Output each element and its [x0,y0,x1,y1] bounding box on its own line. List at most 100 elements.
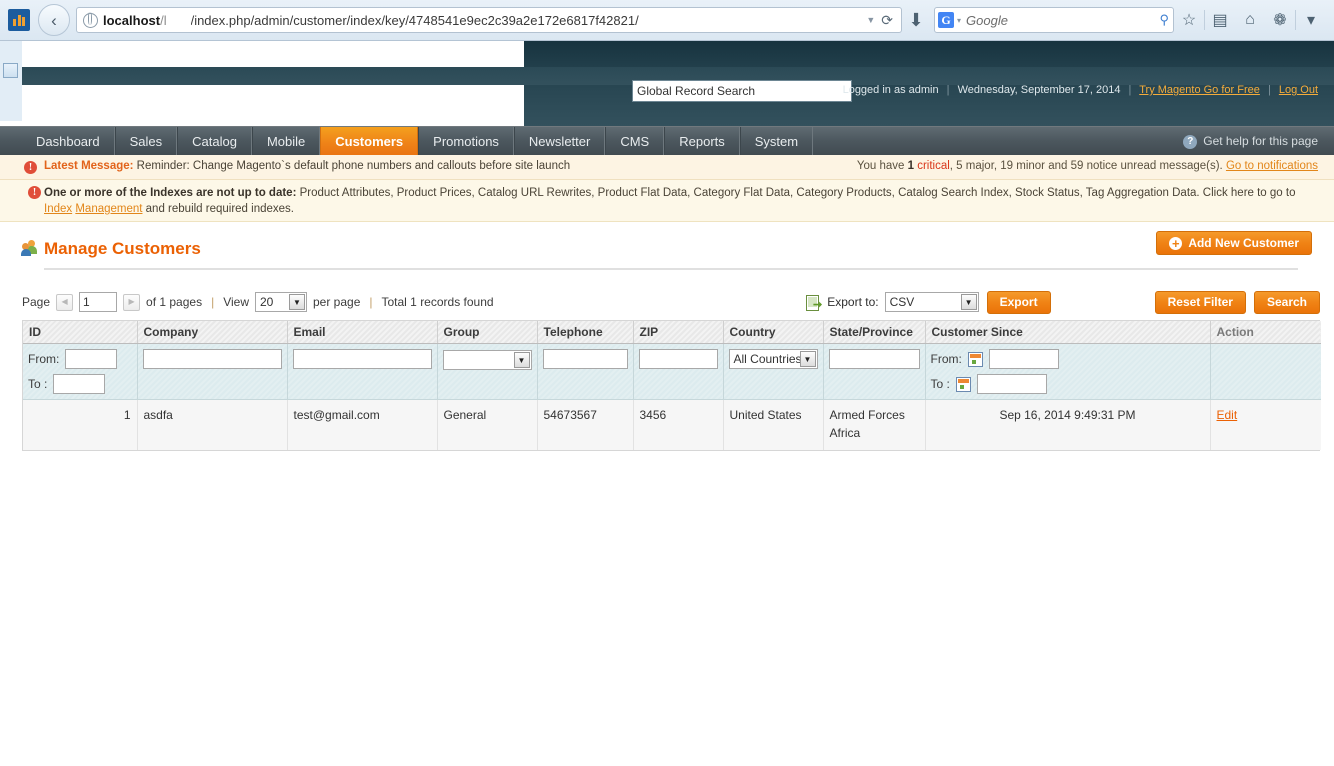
address-bar[interactable]: localhost/l /index.php/admin/customer/in… [76,7,902,33]
addon-icon[interactable]: ❁ [1265,10,1295,30]
column-header-telephone[interactable]: Telephone [537,321,634,344]
customers-table: ID Company Email Group Telephone ZIP Cou… [23,321,1321,450]
column-header-country[interactable]: Country [723,321,824,344]
nav-item-promotions[interactable]: Promotions [418,127,514,156]
globe-icon [83,12,98,28]
company-filter-input[interactable] [142,349,282,369]
state-filter-input[interactable] [828,349,920,369]
column-header-email[interactable]: Email [287,321,438,344]
page-number-input[interactable]: 1 [79,292,118,312]
column-header-customer-since[interactable]: Customer Since [925,321,1211,344]
nav-item-dashboard[interactable]: Dashboard [22,127,115,156]
group-filter-select[interactable]: ▼ [442,350,532,370]
overflow-menu-icon[interactable]: ▾ [1296,10,1326,30]
export-and-actions: ➞ Export to: CSV ▼ Export Reset Filter S… [806,288,1320,316]
reload-icon[interactable]: ⟳ [881,12,899,29]
previous-page-button[interactable]: ◀ [56,293,74,311]
telephone-filter-input[interactable] [542,349,628,369]
filter-cell-telephone [537,343,634,400]
chevron-down-icon[interactable]: ▾ [957,16,961,25]
go-to-notifications-link[interactable]: Go to notifications [1226,160,1318,172]
per-page-select[interactable]: 20 ▼ [255,292,307,312]
url-path: /index.php/admin/customer/index/key/4748… [190,12,639,28]
downloads-icon[interactable]: ⬇ [902,11,930,29]
edit-link[interactable]: Edit [1217,408,1238,422]
export-format-select[interactable]: CSV ▼ [884,292,979,312]
table-row[interactable]: 1 asdfa test@gmail.com General 54673567 … [23,399,1321,450]
index-warning-text: One or more of the Indexes are not up to… [44,185,1314,217]
search-button[interactable]: Search [1253,290,1320,314]
help-question-icon: ? [1183,134,1198,149]
reset-filter-button[interactable]: Reset Filter [1154,290,1246,314]
since-from-input[interactable] [988,349,1059,369]
latest-message-label: Latest Message: [44,160,134,172]
cell-group: General [437,399,538,450]
nav-item-catalog[interactable]: Catalog [177,127,252,156]
nav-item-mobile[interactable]: Mobile [251,127,321,156]
id-from-input[interactable] [65,349,118,369]
column-header-id[interactable]: ID [23,321,138,344]
next-page-button[interactable]: ▶ [123,293,141,311]
browser-search-box[interactable]: G ▾ Google ⚲ [934,7,1174,33]
url-host: localhost/l [103,12,167,28]
try-magento-go-link[interactable]: Try Magento Go for Free [1139,84,1260,96]
content-area: Manage Customers + Add New Customer Page… [0,222,1334,451]
index-link-part1[interactable]: Index [44,203,72,215]
since-from-label: From: [930,352,962,366]
filter-cell-company [137,343,288,400]
cell-id: 1 [23,399,138,450]
customers-grid: ID Company Email Group Telephone ZIP Cou… [22,320,1321,451]
header-separator: | [1128,84,1132,96]
zip-filter-input[interactable] [638,349,718,369]
get-help-link[interactable]: ? Get help for this page [1183,127,1318,156]
filter-row: From: To : ▼ All Countries ▼ From: To: [23,343,1321,400]
back-arrow-icon: ‹ [51,10,57,30]
get-help-label: Get help for this page [1203,134,1318,148]
country-filter-select[interactable]: All Countries ▼ [728,349,818,369]
chevron-down-icon: ▼ [960,294,977,310]
search-icon[interactable]: ⚲ [1159,12,1169,28]
since-to-input[interactable] [976,374,1047,394]
id-from-label: From: [28,352,60,366]
filter-cell-id: From: To : [23,343,138,400]
calendar-icon[interactable] [955,376,971,392]
nav-item-system[interactable]: System [739,127,814,156]
cell-zip: 3456 [633,399,724,450]
column-header-group[interactable]: Group [437,321,538,344]
export-button[interactable]: Export [986,290,1051,314]
column-header-company[interactable]: Company [137,321,288,344]
since-to-label: To : [930,377,950,391]
index-warning-tail: and rebuild required indexes. [142,203,294,215]
column-header-state-province[interactable]: State/Province [823,321,926,344]
cell-action: Edit [1210,399,1321,450]
log-out-link[interactable]: Log Out [1279,84,1318,96]
id-to-input[interactable] [53,374,106,394]
cell-company: asdfa [137,399,288,450]
nav-item-cms[interactable]: CMS [605,127,665,156]
nav-item-reports[interactable]: Reports [664,127,740,156]
alert-icon: ! [28,186,41,199]
home-icon[interactable]: ⌂ [1235,11,1265,29]
view-label: View [223,295,249,309]
calendar-icon[interactable] [967,351,983,367]
global-record-search-input[interactable]: Global Record Search [632,80,852,102]
nav-item-customers[interactable]: Customers [320,127,419,156]
table-header-row: ID Company Email Group Telephone ZIP Cou… [23,321,1321,344]
reader-list-icon[interactable]: ▤ [1205,10,1235,30]
email-filter-input[interactable] [292,349,432,369]
sidebar-mini-icon[interactable] [3,63,18,78]
back-button[interactable]: ‹ [38,4,70,36]
url-host-suffix: /l [160,12,167,28]
column-header-zip[interactable]: ZIP [633,321,724,344]
nav-item-newsletter[interactable]: Newsletter [513,127,606,156]
cell-country: United States [723,399,824,450]
nav-item-list: Dashboard Sales Catalog Mobile Customers… [22,127,814,156]
chevron-down-icon[interactable]: ▼ [860,15,881,25]
latest-message-bar: ! Latest Message: Reminder: Change Magen… [0,155,1334,180]
bookmark-star-icon[interactable]: ☆ [1174,10,1204,30]
add-new-customer-button[interactable]: + Add New Customer [1156,231,1312,255]
index-link-part2[interactable]: Management [75,203,142,215]
header-account-info: Logged in as admin | Wednesday, Septembe… [843,84,1318,96]
of-pages-label: of 1 pages [146,295,203,309]
nav-item-sales[interactable]: Sales [114,127,178,156]
